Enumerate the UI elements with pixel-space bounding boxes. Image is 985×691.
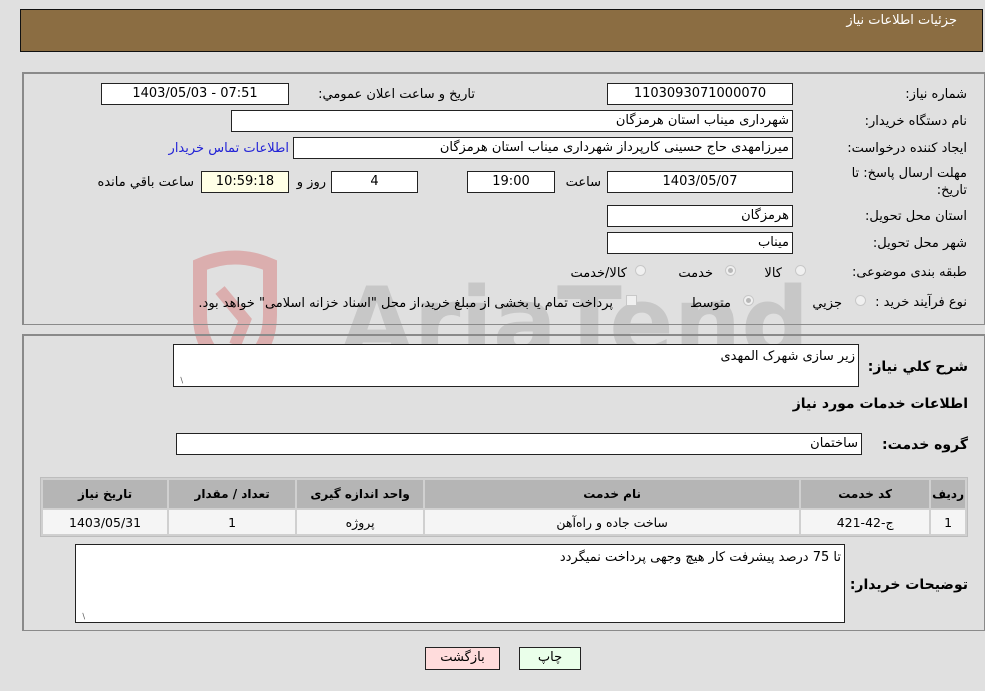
col-header-unit: واحد اندازه گیری — [297, 480, 424, 508]
delivery-city-field[interactable]: میناب — [607, 232, 793, 254]
requester-label: ایجاد کننده درخواست: — [847, 141, 967, 156]
delivery-city-label: شهر محل تحویل: — [872, 236, 967, 251]
announce-datetime-field[interactable]: 1403/05/03 - 07:51 — [101, 83, 289, 105]
service-group-field[interactable]: ساختمان — [176, 433, 862, 455]
services-table-wrap: ردیف کد خدمت نام خدمت واحد اندازه گیری ت… — [40, 477, 968, 537]
buyer-contact-link[interactable]: اطلاعات تماس خریدار — [169, 141, 289, 156]
description-textarea[interactable]: زیر سازی شهرک المهدی ∖ — [173, 344, 859, 387]
resize-handle-icon[interactable]: ∖ — [176, 377, 184, 385]
time-remaining-label: ساعت باقي مانده — [97, 175, 194, 190]
category-option-service: خدمت — [678, 266, 713, 281]
category-option-goods: کالا — [764, 266, 782, 281]
cell-row-number: 1 — [931, 510, 965, 534]
cell-need-date: 1403/05/31 — [43, 510, 168, 534]
buyer-org-field[interactable]: شهرداری میناب استان هرمزگان — [231, 110, 793, 132]
buyer-org-label: نام دستگاه خریدار: — [864, 114, 967, 129]
category-radio-goods[interactable] — [795, 265, 806, 276]
purchase-type-option-medium: متوسط — [690, 296, 731, 311]
cell-quantity: 1 — [169, 510, 296, 534]
need-number-field[interactable]: 1103093071000070 — [607, 83, 793, 105]
services-heading: اطلاعات خدمات مورد نیاز — [792, 396, 968, 412]
col-header-row-number: ردیف — [931, 480, 965, 508]
treasury-note: پرداخت تمام یا بخشی از مبلغ خرید،از محل … — [198, 296, 613, 311]
days-remaining-field[interactable]: 4 — [331, 171, 418, 193]
time-remaining-field: 10:59:18 — [201, 171, 289, 193]
print-button[interactable]: چاپ — [519, 647, 581, 670]
cell-service-code: ج-42-421 — [801, 510, 930, 534]
treasury-checkbox[interactable] — [626, 295, 637, 306]
days-label: روز و — [296, 175, 326, 190]
purchase-type-label: نوع فرآیند خرید : — [875, 295, 967, 310]
deadline-time-field[interactable]: 19:00 — [467, 171, 555, 193]
service-group-label: گروه خدمت: — [882, 437, 968, 453]
resize-handle-icon[interactable]: ∖ — [78, 613, 86, 621]
deadline-time-label: ساعت — [565, 175, 601, 190]
buyer-notes-text: تا 75 درصد پیشرفت کار هیچ وجهی پرداخت نم… — [559, 550, 841, 565]
category-label: طبقه بندی موضوعی: — [851, 265, 967, 280]
cell-service-name: ساخت جاده و راه‌آهن — [425, 510, 800, 534]
deadline-date-field[interactable]: 1403/05/07 — [607, 171, 793, 193]
announce-datetime-label: تاریخ و ساعت اعلان عمومي: — [318, 87, 475, 102]
description-text: زیر سازی شهرک المهدی — [720, 349, 855, 364]
purchase-type-radio-minor[interactable] — [855, 295, 866, 306]
col-header-service-code: کد خدمت — [801, 480, 930, 508]
buyer-notes-textarea[interactable]: تا 75 درصد پیشرفت کار هیچ وجهی پرداخت نم… — [75, 544, 845, 623]
need-number-label: شماره نیاز: — [905, 87, 967, 102]
deadline-label: مهلت ارسال پاسخ: تا تاریخ: — [851, 166, 967, 198]
col-header-quantity: تعداد / مقدار — [169, 480, 296, 508]
table-row: 1 ج-42-421 ساخت جاده و راه‌آهن پروژه 1 1… — [43, 510, 965, 534]
page-header — [20, 9, 983, 52]
col-header-service-name: نام خدمت — [425, 480, 800, 508]
services-table: ردیف کد خدمت نام خدمت واحد اندازه گیری ت… — [40, 477, 968, 537]
cell-unit: پروژه — [297, 510, 424, 534]
category-radio-service[interactable] — [725, 265, 736, 276]
category-option-goods-service: کالا/خدمت — [570, 266, 627, 281]
page-title: جزئیات اطلاعات نیاز — [846, 13, 957, 28]
category-radio-goods-service[interactable] — [635, 265, 646, 276]
purchase-type-radio-medium[interactable] — [743, 295, 754, 306]
description-label: شرح کلي نیاز: — [867, 359, 968, 375]
requester-field[interactable]: میرزامهدی حاج حسینی کارپرداز شهرداری مین… — [293, 137, 793, 159]
purchase-type-option-minor: جزيي — [812, 296, 842, 311]
delivery-province-label: استان محل تحویل: — [865, 209, 967, 224]
col-header-need-date: تاریخ نیاز — [43, 480, 168, 508]
buyer-notes-label: توضیحات خریدار: — [849, 577, 968, 593]
table-header-row: ردیف کد خدمت نام خدمت واحد اندازه گیری ت… — [43, 480, 965, 508]
back-button[interactable]: بازگشت — [425, 647, 500, 670]
delivery-province-field[interactable]: هرمزگان — [607, 205, 793, 227]
